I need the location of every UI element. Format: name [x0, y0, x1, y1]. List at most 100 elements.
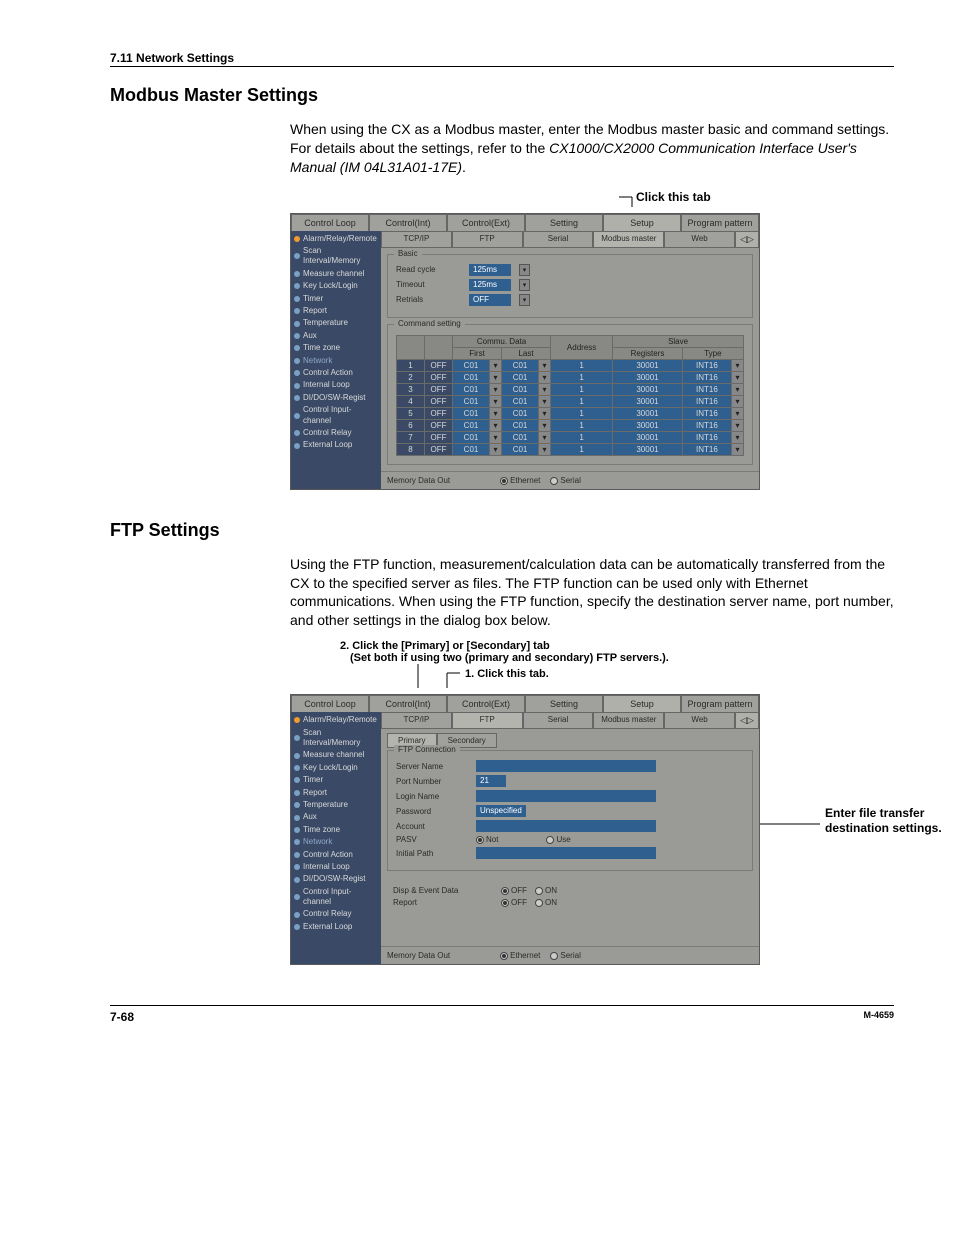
pasv-use-radio[interactable]	[546, 836, 554, 844]
server-name-value[interactable]	[476, 760, 656, 772]
row-first[interactable]: C01	[453, 371, 490, 383]
sidebar-item[interactable]: Aux	[291, 811, 381, 823]
account-value[interactable]	[476, 820, 656, 832]
row-type[interactable]: INT16	[682, 443, 731, 455]
sidebar-item[interactable]: Key Lock/Login	[291, 280, 381, 292]
subtab-tcpip[interactable]: TCP/IP	[381, 712, 452, 729]
dropdown-icon[interactable]: ▾	[539, 359, 551, 371]
subtab-nav[interactable]: ◁▷	[735, 712, 759, 729]
ethernet-radio[interactable]	[500, 952, 508, 960]
row-reg[interactable]: 30001	[613, 371, 683, 383]
row-onoff[interactable]: OFF	[425, 371, 453, 383]
row-reg[interactable]: 30001	[613, 395, 683, 407]
dropdown-icon[interactable]: ▾	[732, 371, 744, 383]
pasv-not-radio[interactable]	[476, 836, 484, 844]
row-last[interactable]: C01	[502, 359, 539, 371]
dropdown-icon[interactable]: ▾	[490, 419, 502, 431]
row-onoff[interactable]: OFF	[425, 359, 453, 371]
row-first[interactable]: C01	[453, 395, 490, 407]
sidebar-item[interactable]: Temperature	[291, 317, 381, 329]
row-first[interactable]: C01	[453, 443, 490, 455]
row-type[interactable]: INT16	[682, 359, 731, 371]
subtab-ftp[interactable]: FTP	[452, 712, 523, 729]
serial-radio[interactable]	[550, 477, 558, 485]
tab-program-pattern[interactable]: Program pattern	[681, 695, 759, 712]
dropdown-icon[interactable]: ▾	[539, 371, 551, 383]
sidebar-item[interactable]: Internal Loop	[291, 379, 381, 391]
read-cycle-value[interactable]: 125ms	[469, 264, 511, 276]
row-last[interactable]: C01	[502, 443, 539, 455]
dropdown-icon[interactable]: ▾	[539, 407, 551, 419]
row-addr[interactable]: 1	[551, 443, 613, 455]
row-type[interactable]: INT16	[682, 407, 731, 419]
row-first[interactable]: C01	[453, 383, 490, 395]
sidebar-item[interactable]: Temperature	[291, 799, 381, 811]
tab-setting[interactable]: Setting	[525, 214, 603, 231]
sidebar-item[interactable]: Control Action	[291, 367, 381, 379]
tab-control-int[interactable]: Control(Int)	[369, 214, 447, 231]
serial-radio[interactable]	[550, 952, 558, 960]
subtab-nav[interactable]: ◁▷	[735, 231, 759, 248]
row-first[interactable]: C01	[453, 419, 490, 431]
sidebar-item[interactable]: Control Relay	[291, 908, 381, 920]
dropdown-icon[interactable]: ▾	[539, 419, 551, 431]
report-on-radio[interactable]	[535, 899, 543, 907]
sidebar-item[interactable]: Scan Interval/Memory	[291, 727, 381, 750]
row-reg[interactable]: 30001	[613, 419, 683, 431]
sidebar-item[interactable]: External Loop	[291, 439, 381, 451]
sidebar-item[interactable]: Measure channel	[291, 268, 381, 280]
row-addr[interactable]: 1	[551, 359, 613, 371]
tab-control-ext[interactable]: Control(Ext)	[447, 214, 525, 231]
tab-setup[interactable]: Setup	[603, 695, 681, 712]
sidebar-item[interactable]: Control Input-channel	[291, 886, 381, 909]
sidebar-item[interactable]: DI/DO/SW-Regist	[291, 873, 381, 885]
sidebar-item[interactable]: Alarm/Relay/Remote	[291, 714, 381, 726]
tab-control-int[interactable]: Control(Int)	[369, 695, 447, 712]
dropdown-icon[interactable]: ▾	[539, 431, 551, 443]
dropdown-icon[interactable]: ▾	[490, 359, 502, 371]
sidebar-item[interactable]: Control Action	[291, 849, 381, 861]
report-off-radio[interactable]	[501, 899, 509, 907]
dropdown-icon[interactable]: ▾	[539, 395, 551, 407]
row-addr[interactable]: 1	[551, 431, 613, 443]
sidebar-item[interactable]: Internal Loop	[291, 861, 381, 873]
row-addr[interactable]: 1	[551, 383, 613, 395]
subtab-web[interactable]: Web	[664, 712, 735, 729]
row-onoff[interactable]: OFF	[425, 443, 453, 455]
sidebar-item[interactable]: Network	[291, 836, 381, 848]
row-last[interactable]: C01	[502, 407, 539, 419]
row-onoff[interactable]: OFF	[425, 419, 453, 431]
row-type[interactable]: INT16	[682, 395, 731, 407]
dropdown-icon[interactable]: ▾	[732, 383, 744, 395]
row-last[interactable]: C01	[502, 371, 539, 383]
row-addr[interactable]: 1	[551, 371, 613, 383]
row-reg[interactable]: 30001	[613, 431, 683, 443]
tab-setting[interactable]: Setting	[525, 695, 603, 712]
row-last[interactable]: C01	[502, 383, 539, 395]
row-type[interactable]: INT16	[682, 431, 731, 443]
sidebar-item[interactable]: Scan Interval/Memory	[291, 245, 381, 268]
sidebar-item[interactable]: Measure channel	[291, 749, 381, 761]
dropdown-icon[interactable]: ▾	[732, 443, 744, 455]
row-onoff[interactable]: OFF	[425, 407, 453, 419]
row-first[interactable]: C01	[453, 431, 490, 443]
row-last[interactable]: C01	[502, 431, 539, 443]
dropdown-icon[interactable]: ▾	[490, 407, 502, 419]
subtab-modbus-master[interactable]: Modbus master	[593, 231, 664, 248]
sidebar-item[interactable]: Network	[291, 355, 381, 367]
dropdown-icon[interactable]: ▾	[490, 395, 502, 407]
password-value[interactable]: Unspecified	[476, 805, 526, 817]
sidebar-item[interactable]: Timer	[291, 774, 381, 786]
row-type[interactable]: INT16	[682, 419, 731, 431]
sidebar-item[interactable]: Aux	[291, 330, 381, 342]
row-last[interactable]: C01	[502, 419, 539, 431]
dropdown-icon[interactable]: ▾	[539, 383, 551, 395]
row-type[interactable]: INT16	[682, 371, 731, 383]
dropdown-icon[interactable]: ▾	[519, 279, 530, 291]
sidebar-item[interactable]: Time zone	[291, 342, 381, 354]
row-reg[interactable]: 30001	[613, 383, 683, 395]
row-addr[interactable]: 1	[551, 419, 613, 431]
subtab-ftp[interactable]: FTP	[452, 231, 523, 248]
row-addr[interactable]: 1	[551, 407, 613, 419]
retrials-value[interactable]: OFF	[469, 294, 511, 306]
